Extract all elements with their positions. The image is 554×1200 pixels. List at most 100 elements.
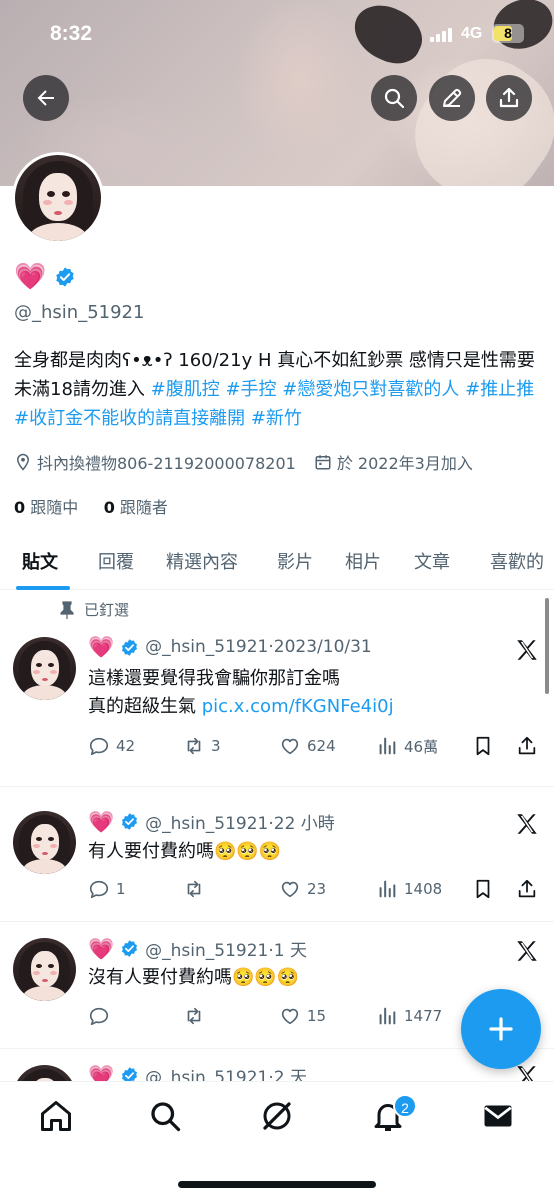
followers-link[interactable]: 0 跟隨者: [104, 498, 168, 517]
bookmark-button[interactable]: [472, 878, 494, 900]
reply-button[interactable]: 42: [88, 735, 135, 757]
tweet-actions: 42 3 624 46萬: [88, 735, 542, 761]
repost-count: 3: [211, 737, 221, 755]
display-name-row: 💗: [14, 261, 76, 293]
battery-icon: 8: [492, 24, 524, 43]
profile-join-date: 於 2022年3月加入: [336, 454, 473, 473]
views-icon: [379, 880, 396, 898]
tab-articles[interactable]: 文章: [414, 548, 450, 574]
home-icon[interactable]: [38, 1098, 74, 1134]
views-icon: [379, 737, 396, 755]
mail-icon[interactable]: [480, 1098, 516, 1134]
status-time: 8:32: [50, 22, 93, 45]
like-icon: [281, 881, 299, 898]
profile-handle: @_hsin_51921: [14, 302, 145, 323]
view-count: 1408: [404, 880, 443, 898]
active-tab-indicator: [16, 586, 70, 590]
tab-likes[interactable]: 喜歡的: [490, 548, 544, 574]
like-count: 15: [307, 1007, 327, 1025]
tweet-author-name[interactable]: 💗: [88, 635, 114, 659]
verified-badge-icon[interactable]: [54, 266, 76, 288]
avatar[interactable]: [13, 938, 76, 1001]
share-icon: [518, 736, 536, 755]
profile-tabs: 貼文 回覆 精選內容 影片 相片 文章 喜歡的: [0, 536, 554, 590]
like-button[interactable]: 23: [279, 878, 326, 900]
scrollbar[interactable]: [545, 598, 549, 694]
back-button[interactable]: [23, 75, 69, 121]
x-logo-icon[interactable]: [514, 637, 540, 663]
tweet-media-link[interactable]: pic.x.com/fKGNFe4i0j: [202, 696, 394, 717]
avatar[interactable]: [13, 637, 76, 700]
verified-badge-icon: [122, 813, 138, 830]
verified-badge-icon: [122, 940, 138, 957]
following-link[interactable]: 0 跟隨中: [14, 498, 78, 517]
share-icon: [499, 87, 519, 108]
hashtag-link[interactable]: #推止推: [465, 379, 534, 400]
x-logo-icon[interactable]: [514, 811, 540, 837]
tweet-author-name[interactable]: 💗: [88, 937, 114, 961]
tab-highlights[interactable]: 精選內容: [166, 548, 238, 574]
calendar-icon: [315, 455, 331, 470]
views-button[interactable]: 46萬: [376, 735, 438, 757]
share-button[interactable]: [486, 75, 532, 121]
notification-badge: 2: [393, 1094, 417, 1118]
tab-videos[interactable]: 影片: [277, 548, 313, 574]
repost-button[interactable]: 3: [183, 735, 221, 757]
tweet-meta: @_hsin_51921·2023/10/31: [145, 637, 372, 657]
hashtag-link[interactable]: #新竹: [251, 408, 302, 429]
share-tweet-button[interactable]: [516, 735, 538, 757]
hashtag-link[interactable]: #收訂金不能收的請直接離開: [14, 408, 245, 429]
bookmark-button[interactable]: [472, 735, 494, 757]
tweet[interactable]: 已釘選 💗 @_hsin_51921·2023/10/31 這樣還要覺得我會騙你…: [0, 591, 554, 787]
profile-meta: 抖內換禮物806-21192000078201 於 2022年3月加入: [14, 450, 473, 474]
x-logo-icon[interactable]: [514, 938, 540, 964]
compose-button[interactable]: [461, 989, 541, 1069]
display-name: 💗: [14, 262, 47, 292]
home-indicator[interactable]: [178, 1181, 376, 1188]
reply-button[interactable]: 1: [88, 878, 126, 900]
tweet-text-line: 真的超級生氣: [88, 696, 202, 717]
pin-icon: [60, 600, 74, 619]
tweet-text: 沒有人要付費約嗎🥺🥺🥺: [88, 967, 300, 988]
view-count: 46萬: [404, 737, 439, 756]
avatar[interactable]: [13, 811, 76, 874]
reply-icon: [89, 737, 109, 756]
back-arrow-icon: [37, 90, 54, 106]
hashtag-link[interactable]: #腹肌控: [151, 379, 220, 400]
hashtag-link[interactable]: #戀愛炮只對喜歡的人: [282, 379, 459, 400]
profile-bio: 全身都是肉肉ʕ•ᴥ•ʔ 160/21y H 真心不如紅鈔票 感情只是性需要 未滿…: [14, 346, 544, 433]
search-icon[interactable]: [147, 1098, 183, 1134]
tab-posts[interactable]: 貼文: [22, 548, 58, 574]
hashtag-link[interactable]: #手控: [225, 379, 276, 400]
tweet-meta: @_hsin_51921·1 天: [145, 941, 307, 961]
repost-icon: [187, 737, 201, 755]
pinned-label-row: 已釘選: [60, 599, 129, 620]
reply-count: 42: [116, 737, 136, 755]
share-tweet-button[interactable]: [516, 878, 538, 900]
search-icon: [384, 88, 405, 109]
like-icon: [281, 1008, 299, 1025]
grok-icon[interactable]: [259, 1098, 295, 1134]
pinned-label: 已釘選: [84, 601, 130, 619]
tweet-header: 💗 @_hsin_51921·1 天: [88, 936, 307, 962]
tweet-author-name[interactable]: 💗: [88, 810, 114, 834]
tweet-text: 有人要付費約嗎🥺🥺🥺: [88, 841, 282, 862]
tweet-header: 💗 @_hsin_51921·2023/10/31: [88, 635, 372, 659]
tab-replies[interactable]: 回覆: [98, 548, 134, 574]
repost-button[interactable]: [183, 878, 211, 900]
reply-icon: [89, 1007, 109, 1026]
bookmark-icon: [476, 879, 490, 899]
edit-button[interactable]: [429, 75, 475, 121]
tab-photos[interactable]: 相片: [345, 548, 381, 574]
repost-button[interactable]: [183, 1005, 211, 1027]
plus-icon: [489, 1017, 513, 1041]
tweet[interactable]: 💗 @_hsin_51921·22 小時 有人要付費約嗎🥺🥺🥺 1 23 140…: [0, 787, 554, 922]
reply-button[interactable]: [88, 1005, 116, 1027]
like-button[interactable]: 15: [279, 1005, 326, 1027]
like-button[interactable]: 624: [279, 735, 336, 757]
profile-avatar[interactable]: [12, 152, 104, 244]
views-button[interactable]: 1477: [376, 1005, 442, 1027]
views-button[interactable]: 1408: [376, 878, 442, 900]
network-type: 4G: [461, 25, 483, 42]
search-button[interactable]: [371, 75, 417, 121]
